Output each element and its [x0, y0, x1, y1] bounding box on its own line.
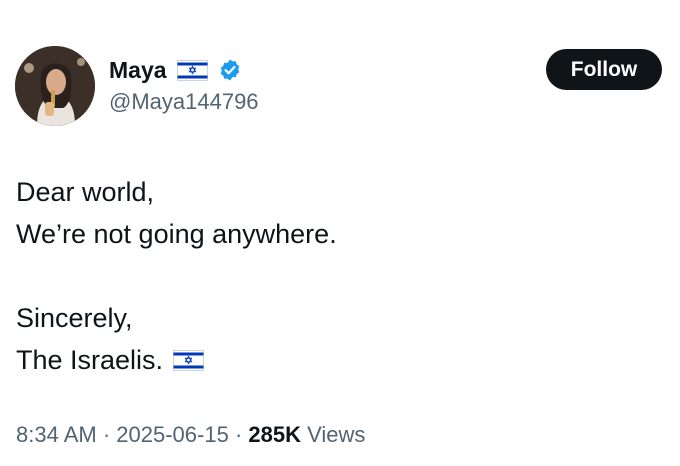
meta-separator: ·: [228, 422, 249, 447]
tweet-signature-line: The Israelis.: [16, 339, 337, 381]
views-count[interactable]: 285K: [248, 422, 301, 447]
israel-flag-icon: [176, 59, 208, 81]
verified-badge-icon[interactable]: [218, 58, 242, 82]
author-handle[interactable]: @Maya144796: [109, 89, 259, 115]
tweet-line: The Israelis.: [16, 345, 164, 375]
tweet-text: Dear world, We’re not going anywhere. Si…: [16, 171, 337, 381]
avatar-photo: [15, 46, 95, 126]
tweet-line: Dear world,: [16, 177, 155, 207]
avatar[interactable]: [15, 46, 95, 126]
israel-flag-icon: [173, 350, 205, 371]
tweet-meta: 8:34 AM · 2025-06-15 · 285K Views: [16, 421, 365, 449]
meta-separator: ·: [96, 422, 117, 447]
tweet-line: Sincerely,: [16, 303, 133, 333]
follow-button[interactable]: Follow: [546, 49, 662, 90]
tweet-time[interactable]: 8:34 AM: [16, 422, 97, 447]
views-label: Views: [300, 422, 366, 447]
display-name[interactable]: Maya: [109, 56, 167, 84]
tweet-date[interactable]: 2025-06-15: [116, 422, 229, 447]
author-name-row: Maya: [109, 56, 242, 84]
tweet-line: We’re not going anywhere.: [16, 219, 337, 249]
